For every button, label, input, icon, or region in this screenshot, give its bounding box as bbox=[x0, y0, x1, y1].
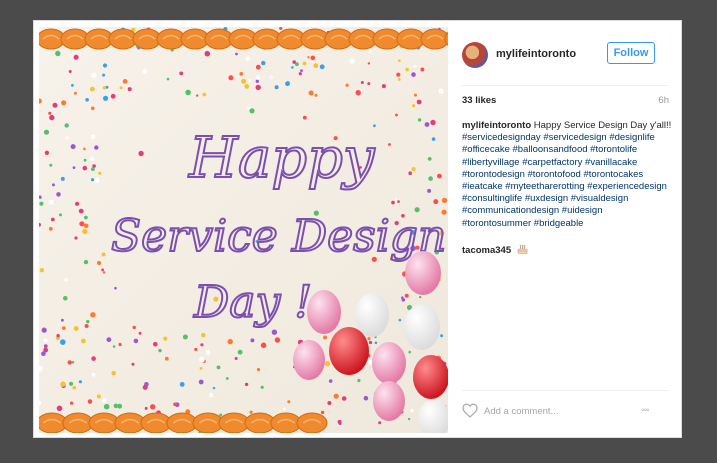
birthday-cake-icon bbox=[517, 244, 528, 254]
cake-image: Happy Service Design Day ! bbox=[39, 27, 448, 433]
comment-username[interactable]: tacoma345 bbox=[462, 245, 511, 256]
post-sidebar: mylifeintoronto Follow 33 likes 6h mylif… bbox=[448, 21, 683, 439]
heart-icon[interactable] bbox=[462, 403, 478, 418]
cake-text-happy: Happy bbox=[188, 126, 376, 191]
caption-username[interactable]: mylifeintoronto bbox=[462, 120, 531, 131]
author-username[interactable]: mylifeintoronto bbox=[496, 48, 576, 60]
likes-row: 33 likes 6h bbox=[462, 95, 669, 111]
caption-hashtags[interactable]: #servicedesignday #servicedesign #design… bbox=[462, 132, 667, 228]
likes-count[interactable]: 33 likes bbox=[462, 95, 496, 106]
post-photo[interactable]: Happy Service Design Day ! bbox=[39, 27, 448, 433]
footer-divider bbox=[462, 390, 669, 391]
caption: mylifeintoronto Happy Service Design Day… bbox=[462, 120, 672, 230]
avatar[interactable] bbox=[462, 42, 488, 68]
more-options-icon[interactable]: ◦◦◦ bbox=[641, 405, 659, 416]
post-header: mylifeintoronto Follow bbox=[448, 21, 683, 85]
instagram-post-card: Happy Service Design Day ! mylifeintoron… bbox=[33, 20, 682, 438]
post-age[interactable]: 6h bbox=[658, 95, 669, 106]
bottom-frosting-border bbox=[39, 412, 328, 433]
header-divider bbox=[462, 85, 669, 86]
caption-text: Happy Service Design Day y'all!! bbox=[533, 120, 672, 131]
top-frosting-border bbox=[39, 28, 448, 50]
cake-text-service-design: Service Design bbox=[111, 211, 446, 262]
follow-button[interactable]: Follow bbox=[607, 42, 655, 64]
add-comment-input[interactable] bbox=[484, 402, 632, 420]
cake-text-day: Day ! bbox=[193, 277, 312, 328]
comment: tacoma345 bbox=[462, 244, 669, 256]
